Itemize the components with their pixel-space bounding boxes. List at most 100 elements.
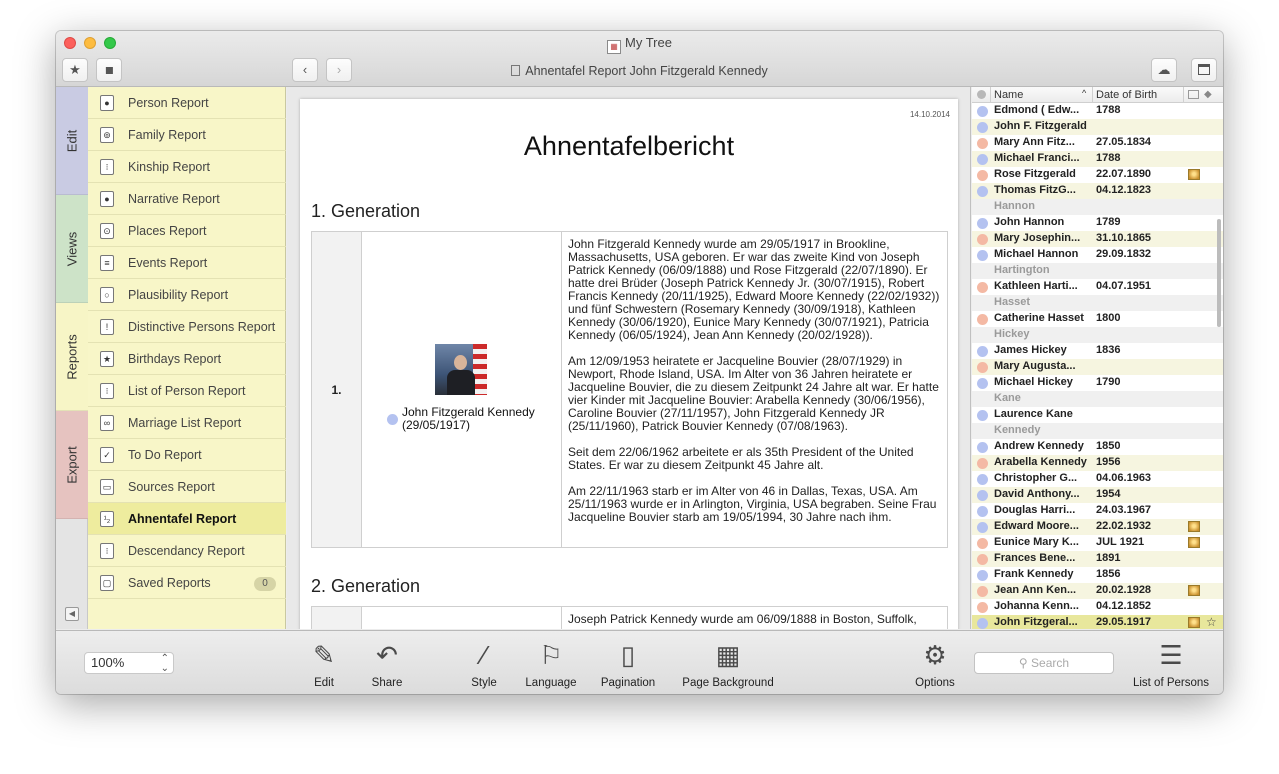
person-row[interactable]: Johanna Kenn... 04.12.1852	[972, 599, 1223, 615]
report-item-plausibility[interactable]: ○ Plausibility Report	[88, 279, 286, 311]
person-row[interactable]: James Hickey 1836	[972, 343, 1223, 359]
person-list-header: Name ^ Date of Birth ◆	[972, 87, 1223, 103]
person-name: Rose Fitzgerald	[994, 168, 1076, 180]
star-icon: ★	[100, 351, 114, 367]
photo-column-icon[interactable]	[1188, 90, 1199, 99]
collapse-sidebar-button[interactable]: ◀	[65, 607, 79, 621]
report-item-saved-reports[interactable]: ▢ Saved Reports 0	[88, 567, 286, 599]
person-row[interactable]: Michael Hannon 29.09.1832	[972, 247, 1223, 263]
tab-reports[interactable]: Reports	[56, 303, 88, 411]
person-row[interactable]: John F. Fitzgerald	[972, 119, 1223, 135]
person-row[interactable]: John Fitzgeral... 29.05.1917 ☆	[972, 615, 1223, 629]
male-indicator-icon	[387, 414, 398, 425]
report-item-person[interactable]: ● Person Report	[88, 87, 286, 119]
person-row[interactable]: Edward Moore... 22.02.1932	[972, 519, 1223, 535]
person-list-scrollbar[interactable]	[1217, 219, 1221, 327]
person-row[interactable]: Mary Ann Fitz... 27.05.1834	[972, 135, 1223, 151]
person-row[interactable]: Jean Ann Ken... 20.02.1928	[972, 583, 1223, 599]
person-birth-date: 1790	[1096, 376, 1121, 388]
male-indicator-icon	[977, 106, 988, 117]
birth-date-column-header[interactable]: Date of Birth	[1096, 89, 1157, 101]
report-preview[interactable]: 14.10.2014 Ahnentafelbericht 1. Generati…	[287, 87, 971, 629]
person-row[interactable]: Andrew Kennedy 1850	[972, 439, 1223, 455]
report-item-marriage-list[interactable]: ∞ Marriage List Report	[88, 407, 286, 439]
report-item-places[interactable]: ⊙ Places Report	[88, 215, 286, 247]
person-row[interactable]: Arabella Kennedy 1956	[972, 455, 1223, 471]
style-tool-button[interactable]: ⁄ Style	[466, 639, 502, 691]
report-item-family[interactable]: ⊚ Family Report	[88, 119, 286, 151]
person-birth-date: 1836	[1096, 344, 1121, 356]
options-tool-button[interactable]: ⚙ Options	[912, 639, 958, 691]
bookmark-star-icon[interactable]: ☆	[1206, 615, 1217, 629]
report-item-descendancy[interactable]: ⁝ Descendancy Report	[88, 535, 286, 567]
person-name: Kathleen Harti...	[994, 280, 1078, 292]
gender-column-header[interactable]	[977, 90, 986, 99]
person-row[interactable]: Edmond ( Edw... 1788	[972, 103, 1223, 119]
report-item-distinctive-persons[interactable]: ! Distinctive Persons Report	[88, 311, 286, 343]
person-row[interactable]: Thomas FitzG... 04.12.1823	[972, 183, 1223, 199]
photo-thumbnail-icon	[1188, 169, 1200, 180]
person-row[interactable]: Frank Kennedy 1856	[972, 567, 1223, 583]
person-row[interactable]: Catherine Hasset 1800	[972, 311, 1223, 327]
person-row[interactable]: Rose Fitzgerald 22.07.1890	[972, 167, 1223, 183]
person-name-link[interactable]: John Fitzgerald Kennedy (29/05/1917)	[402, 406, 535, 432]
person-row[interactable]: Eunice Mary K... JUL 1921	[972, 535, 1223, 551]
tab-views[interactable]: Views	[56, 195, 88, 303]
edit-tool-button[interactable]: ✎ Edit	[308, 639, 340, 691]
map-pin-icon: ⊙	[100, 223, 114, 239]
tab-export[interactable]: Export	[56, 411, 88, 519]
person-photo[interactable]	[435, 344, 487, 395]
cloud-icon: ☁	[1157, 62, 1171, 77]
share-tool-button[interactable]: ↶ Share	[366, 639, 408, 691]
report-item-events[interactable]: ≡ Events Report	[88, 247, 286, 279]
person-row[interactable]: Kathleen Harti... 04.07.1951	[972, 279, 1223, 295]
male-indicator-icon	[977, 618, 988, 629]
surname-group-header: Hickey	[972, 327, 1223, 343]
generation-2-table: Joseph Patrick Kennedy wurde am 06/09/18…	[311, 606, 948, 629]
gear-icon: ⚙	[923, 640, 947, 670]
generation-2-heading: 2. Generation	[311, 576, 421, 596]
person-row[interactable]: Michael Hickey 1790	[972, 375, 1223, 391]
person-name: Thomas FitzG...	[994, 184, 1076, 196]
person-row[interactable]: Christopher G... 04.06.1963	[972, 471, 1223, 487]
pagination-tool-button[interactable]: ▯ Pagination	[598, 639, 658, 691]
person-row[interactable]: Mary Augusta...	[972, 359, 1223, 375]
toggle-sidebar-button[interactable]	[1191, 58, 1217, 82]
search-input[interactable]: ⚲ Search	[974, 652, 1114, 674]
report-item-ahnentafel[interactable]: ¹₂ Ahnentafel Report	[88, 503, 286, 535]
report-item-sources[interactable]: ▭ Sources Report	[88, 471, 286, 503]
rings-icon: ∞	[100, 415, 114, 431]
person-row[interactable]: Mary Josephin... 31.10.1865	[972, 231, 1223, 247]
report-item-narrative[interactable]: ● Narrative Report	[88, 183, 286, 215]
tab-edit[interactable]: Edit	[56, 87, 88, 195]
person-birth-date: 1850	[1096, 440, 1121, 452]
person-row[interactable]: John Hannon 1789	[972, 215, 1223, 231]
person-row[interactable]: Michael Franci... 1788	[972, 151, 1223, 167]
page-background-tool-button[interactable]: ▦ Page Background	[678, 639, 778, 691]
zoom-select[interactable]: 100% ⌃ ⌄	[84, 652, 174, 674]
female-indicator-icon	[977, 138, 988, 149]
female-indicator-icon	[977, 602, 988, 613]
person-birth-date: 22.02.1932	[1096, 520, 1152, 532]
person-row[interactable]: David Anthony... 1954	[972, 487, 1223, 503]
person-birth-date: 04.12.1823	[1096, 184, 1152, 196]
person-row[interactable]: Laurence Kane	[972, 407, 1223, 423]
person-birth-date: 1891	[1096, 552, 1121, 564]
person-name: Laurence Kane	[994, 408, 1073, 420]
person-name: Mary Ann Fitz...	[994, 136, 1075, 148]
name-column-header[interactable]: Name	[994, 89, 1023, 101]
tag-column-icon[interactable]: ◆	[1204, 89, 1212, 100]
report-item-kinship[interactable]: ⁝ Kinship Report	[88, 151, 286, 183]
list-of-persons-button[interactable]: ☰ List of Persons	[1130, 639, 1212, 691]
report-item-list-of-person[interactable]: ⁝ List of Person Report	[88, 375, 286, 407]
generation-2-person-cell	[362, 607, 562, 629]
report-item-to-do[interactable]: ✓ To Do Report	[88, 439, 286, 471]
language-tool-button[interactable]: ⚐ Language	[523, 639, 579, 691]
cloud-button[interactable]: ☁	[1151, 58, 1177, 82]
person-birth-date: 29.09.1832	[1096, 248, 1152, 260]
generation-1-person-cell: John Fitzgerald Kennedy (29/05/1917)	[362, 232, 562, 547]
person-row[interactable]: Douglas Harri... 24.03.1967	[972, 503, 1223, 519]
person-row[interactable]: Frances Bene... 1891	[972, 551, 1223, 567]
sort-ascending-icon: ^	[1082, 88, 1087, 98]
report-item-birthdays[interactable]: ★ Birthdays Report	[88, 343, 286, 375]
